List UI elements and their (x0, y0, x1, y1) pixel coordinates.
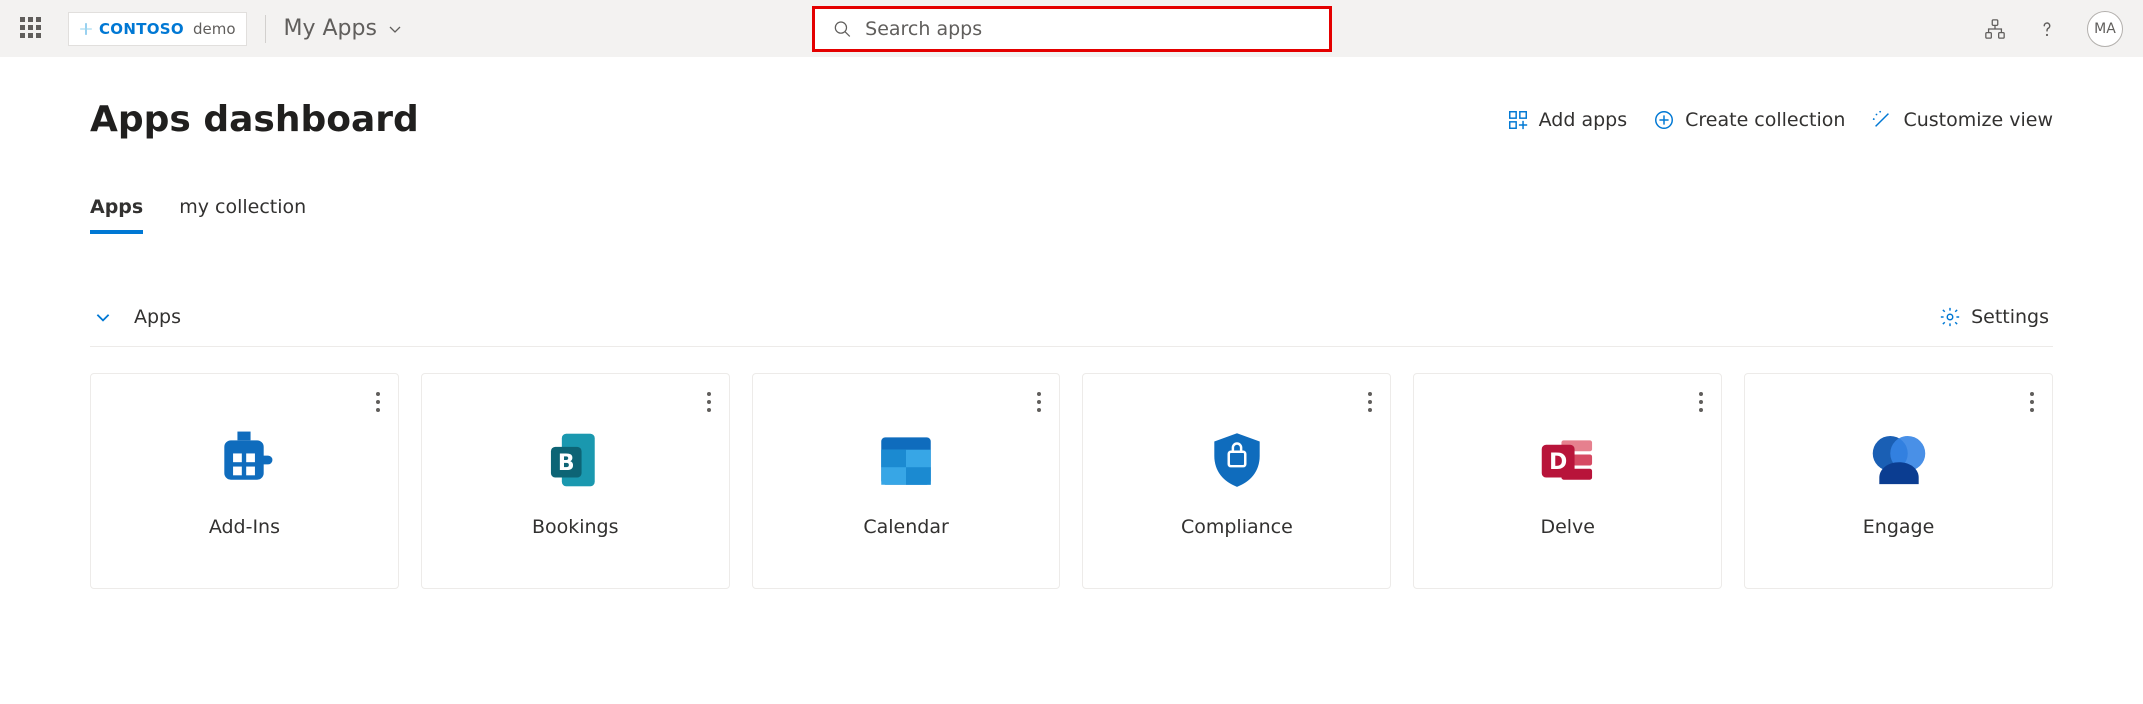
brand-suffix: demo (193, 20, 236, 38)
nav-label: My Apps (284, 16, 377, 41)
top-right: MA (1983, 11, 2123, 47)
page-actions: Add apps Create collection Customize vie… (1507, 109, 2053, 131)
bookings-icon: B (539, 424, 611, 496)
search-box[interactable] (812, 6, 1332, 52)
top-bar: CONTOSO demo My Apps MA (0, 0, 2143, 57)
tab-my-collection[interactable]: my collection (179, 196, 306, 234)
wand-icon (1871, 109, 1893, 131)
engage-icon (1863, 424, 1935, 496)
plus-circle-icon (1653, 109, 1675, 131)
brand-box[interactable]: CONTOSO demo (68, 12, 247, 46)
svg-text:D: D (1549, 450, 1567, 475)
app-label: Add-Ins (209, 516, 280, 538)
chevron-down-icon[interactable] (94, 308, 112, 326)
app-label: Compliance (1181, 516, 1293, 538)
addins-icon (208, 424, 280, 496)
divider (90, 346, 2053, 347)
section-title: Apps (134, 306, 181, 328)
more-icon[interactable] (1695, 388, 1707, 416)
app-tile-addins[interactable]: Add-Ins (90, 373, 399, 589)
app-tile-bookings[interactable]: B Bookings (421, 373, 730, 589)
app-launcher-icon[interactable] (20, 17, 44, 41)
more-icon[interactable] (372, 388, 384, 416)
tabs: Apps my collection (90, 196, 2053, 234)
compliance-icon (1201, 424, 1273, 496)
app-grid: Add-Ins B Bookings Calendar Compliance (90, 373, 2053, 589)
page: Apps dashboard Add apps Create collectio… (0, 57, 2143, 589)
org-icon[interactable] (1983, 17, 2007, 41)
divider (265, 15, 266, 43)
add-apps-icon (1507, 109, 1529, 131)
chevron-down-icon (387, 21, 403, 37)
section-header: Apps Settings (90, 306, 2053, 328)
add-apps-button[interactable]: Add apps (1507, 109, 1628, 131)
app-label: Delve (1540, 516, 1595, 538)
more-icon[interactable] (2026, 388, 2038, 416)
more-icon[interactable] (1033, 388, 1045, 416)
calendar-icon (870, 424, 942, 496)
customize-view-button[interactable]: Customize view (1871, 109, 2053, 131)
page-title: Apps dashboard (90, 99, 419, 140)
app-tile-delve[interactable]: D Delve (1413, 373, 1722, 589)
help-icon[interactable] (2035, 17, 2059, 41)
tab-apps[interactable]: Apps (90, 196, 143, 234)
create-collection-button[interactable]: Create collection (1653, 109, 1845, 131)
brand-text: CONTOSO (99, 20, 184, 38)
avatar[interactable]: MA (2087, 11, 2123, 47)
settings-button[interactable]: Settings (1939, 306, 2049, 328)
search-input[interactable] (865, 18, 1310, 40)
app-label: Calendar (863, 516, 948, 538)
app-tile-calendar[interactable]: Calendar (752, 373, 1061, 589)
search-icon (833, 19, 852, 39)
svg-text:B: B (558, 451, 575, 476)
more-icon[interactable] (703, 388, 715, 416)
more-icon[interactable] (1364, 388, 1376, 416)
page-header: Apps dashboard Add apps Create collectio… (90, 99, 2053, 140)
contoso-logo-icon (79, 22, 93, 36)
app-label: Bookings (532, 516, 619, 538)
gear-icon (1939, 306, 1961, 328)
delve-icon: D (1532, 424, 1604, 496)
app-tile-engage[interactable]: Engage (1744, 373, 2053, 589)
nav-dropdown[interactable]: My Apps (284, 16, 403, 41)
app-tile-compliance[interactable]: Compliance (1082, 373, 1391, 589)
app-label: Engage (1863, 516, 1935, 538)
